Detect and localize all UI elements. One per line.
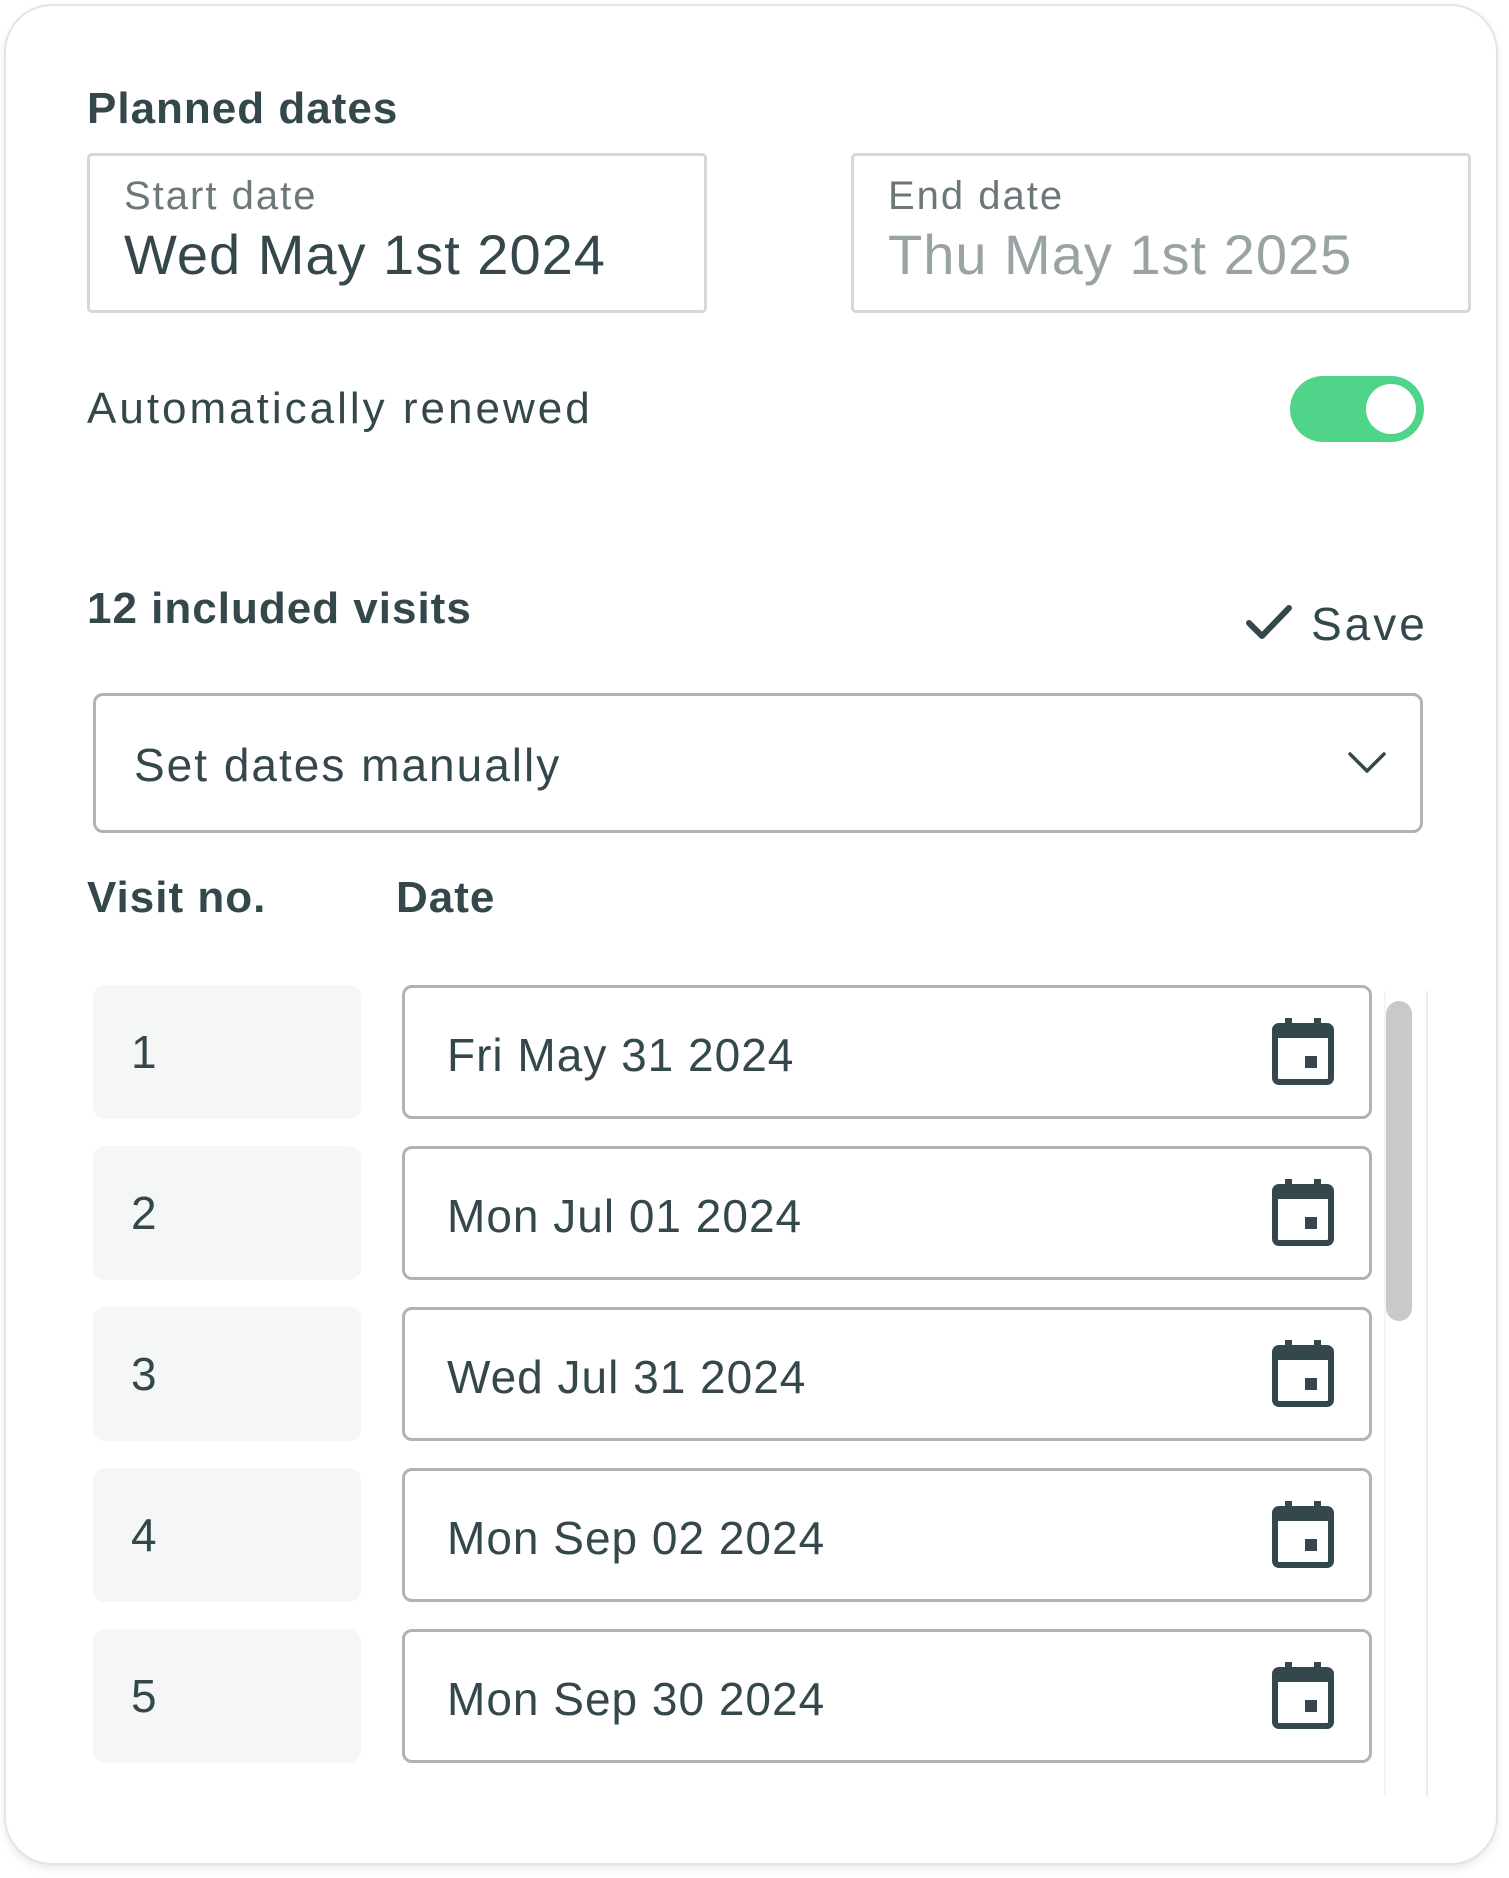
calendar-icon[interactable] bbox=[1271, 1499, 1335, 1569]
chevron-down-icon bbox=[1348, 752, 1386, 773]
visit-number: 1 bbox=[131, 1026, 157, 1078]
check-icon bbox=[1246, 605, 1292, 639]
visit-number-cell: 2 bbox=[93, 1146, 361, 1280]
visit-date-value: Fri May 31 2024 bbox=[447, 1029, 795, 1081]
visit-number-cell: 4 bbox=[93, 1468, 361, 1602]
visit-plan-card: Planned dates Start date Wed May 1st 202… bbox=[6, 6, 1496, 1863]
planned-dates-title: Planned dates bbox=[87, 84, 399, 133]
auto-renew-label: Automatically renewed bbox=[87, 384, 593, 433]
visit-number-cell: 3 bbox=[93, 1307, 361, 1441]
visit-dates-mode-value: Set dates manually bbox=[134, 739, 562, 791]
visit-number: 3 bbox=[131, 1348, 157, 1400]
calendar-icon[interactable] bbox=[1271, 1016, 1335, 1086]
start-date-value: Wed May 1st 2024 bbox=[124, 223, 606, 286]
visit-number: 5 bbox=[131, 1670, 157, 1722]
visit-number-cell: 5 bbox=[93, 1629, 361, 1763]
visit-date-value: Mon Jul 01 2024 bbox=[447, 1190, 803, 1242]
end-date-label: End date bbox=[888, 174, 1065, 218]
visit-date-input[interactable]: Mon Jul 01 2024 bbox=[402, 1146, 1372, 1280]
visit-date-input[interactable]: Mon Sep 30 2024 bbox=[402, 1629, 1372, 1763]
visit-date-input[interactable]: Mon Sep 02 2024 bbox=[402, 1468, 1372, 1602]
save-button[interactable]: Save bbox=[1241, 589, 1431, 659]
included-visits-title: 12 included visits bbox=[87, 584, 472, 633]
visit-date-value: Mon Sep 02 2024 bbox=[447, 1512, 826, 1564]
save-label: Save bbox=[1311, 598, 1428, 650]
start-date-field[interactable]: Start date Wed May 1st 2024 bbox=[87, 153, 707, 313]
visit-date-value: Wed Jul 31 2024 bbox=[447, 1351, 807, 1403]
toggle-knob bbox=[1366, 384, 1416, 434]
visit-number: 4 bbox=[131, 1509, 157, 1561]
visit-date-value: Mon Sep 30 2024 bbox=[447, 1673, 826, 1725]
calendar-icon[interactable] bbox=[1271, 1177, 1335, 1247]
visit-number: 2 bbox=[131, 1187, 157, 1239]
visit-date-input[interactable]: Fri May 31 2024 bbox=[402, 985, 1372, 1119]
visit-number-cell: 1 bbox=[93, 985, 361, 1119]
visit-date-input[interactable]: Wed Jul 31 2024 bbox=[402, 1307, 1372, 1441]
column-header-visit-no: Visit no. bbox=[87, 873, 267, 922]
column-header-date: Date bbox=[396, 873, 496, 922]
start-date-label: Start date bbox=[124, 174, 318, 218]
end-date-value: Thu May 1st 2025 bbox=[888, 223, 1353, 286]
end-date-field[interactable]: End date Thu May 1st 2025 bbox=[851, 153, 1471, 313]
scrollbar-thumb[interactable] bbox=[1386, 1001, 1412, 1321]
auto-renew-toggle[interactable] bbox=[1290, 376, 1424, 442]
calendar-icon[interactable] bbox=[1271, 1338, 1335, 1408]
calendar-icon[interactable] bbox=[1271, 1660, 1335, 1730]
visit-dates-mode-select[interactable]: Set dates manually bbox=[93, 693, 1423, 833]
